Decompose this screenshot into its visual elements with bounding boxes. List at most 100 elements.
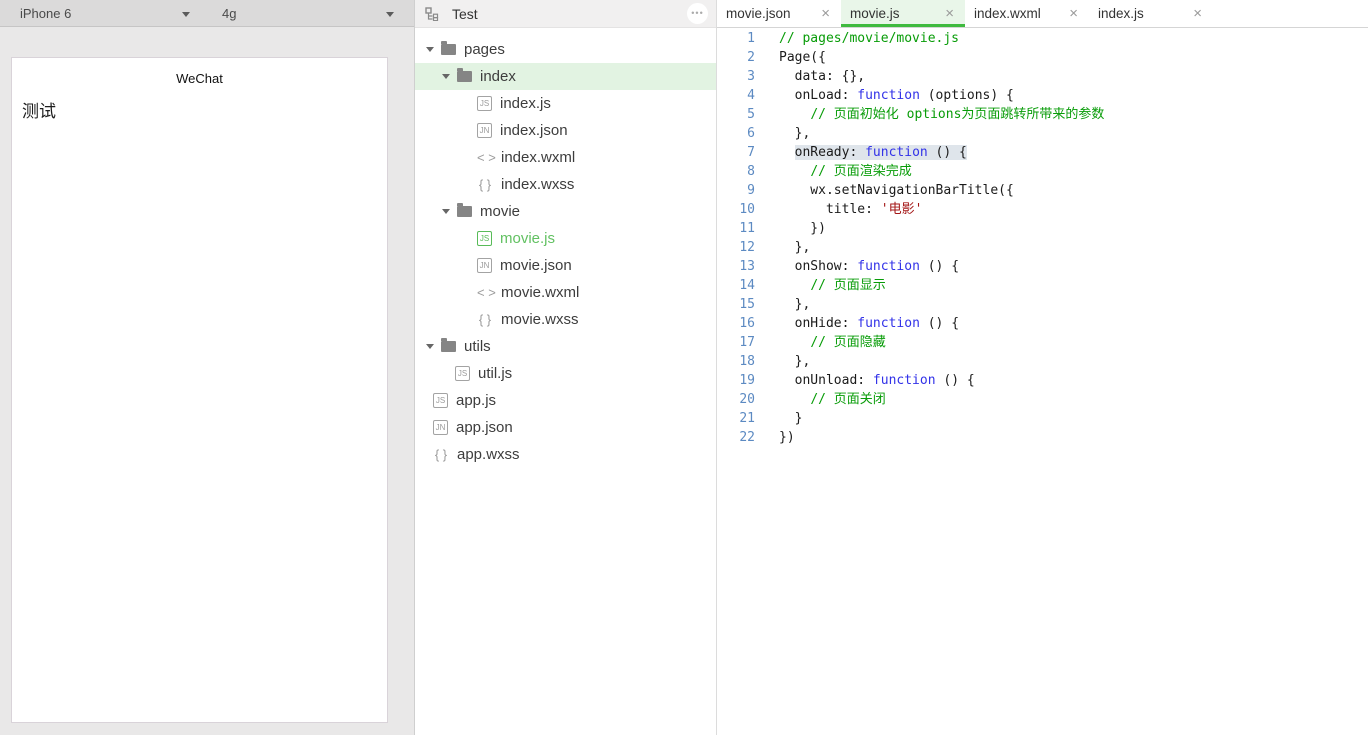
more-options-button[interactable]: ••• — [687, 3, 708, 24]
device-selector[interactable]: iPhone 6 — [0, 0, 205, 27]
code-line[interactable]: 21 } — [717, 409, 1368, 428]
line-number: 12 — [717, 238, 755, 257]
tree-item-label: app.wxss — [457, 446, 520, 463]
line-number: 10 — [717, 200, 755, 219]
network-selector[interactable]: 4g — [205, 0, 414, 27]
code-line[interactable]: 8 // 页面渲染完成 — [717, 162, 1368, 181]
code-line-text: }, — [755, 124, 810, 143]
code-line-text: // pages/movie/movie.js — [755, 29, 959, 48]
code-line[interactable]: 11 }) — [717, 219, 1368, 238]
code-line-text: }) — [755, 428, 795, 447]
code-line[interactable]: 16 onHide: function () { — [717, 314, 1368, 333]
tree-item-label: movie.wxml — [501, 284, 579, 301]
tree-folder-movie[interactable]: movie — [415, 198, 716, 225]
code-line[interactable]: 3 data: {}, — [717, 67, 1368, 86]
tree-file-index.wxml[interactable]: < >index.wxml — [415, 144, 716, 171]
code-line[interactable]: 18 }, — [717, 352, 1368, 371]
close-icon[interactable]: × — [1193, 6, 1202, 21]
code-line[interactable]: 9 wx.setNavigationBarTitle({ — [717, 181, 1368, 200]
code-line-text: }, — [755, 352, 810, 371]
code-line[interactable]: 20 // 页面关闭 — [717, 390, 1368, 409]
code-line[interactable]: 12 }, — [717, 238, 1368, 257]
tab-index.wxml[interactable]: index.wxml× — [965, 0, 1089, 27]
editor-tabbar: movie.json×movie.js×index.wxml×index.js× — [717, 0, 1368, 28]
close-icon[interactable]: × — [945, 6, 954, 21]
js-file-badge-icon: JS — [433, 393, 448, 408]
code-line[interactable]: 15 }, — [717, 295, 1368, 314]
folder-icon — [441, 44, 456, 55]
line-number: 6 — [717, 124, 755, 143]
code-line[interactable]: 1// pages/movie/movie.js — [717, 29, 1368, 48]
tab-movie.js[interactable]: movie.js× — [841, 0, 965, 27]
code-line-text: Page({ — [755, 48, 826, 67]
miniprogram-navbar-title: WeChat — [12, 58, 387, 86]
tree-item-label: movie.json — [500, 257, 572, 274]
code-line[interactable]: 4 onLoad: function (options) { — [717, 86, 1368, 105]
simulator-panel: iPhone 6 4g WeChat 测试 — [0, 0, 415, 735]
tree-file-util.js[interactable]: JSutil.js — [415, 360, 716, 387]
code-line-text: }, — [755, 295, 810, 314]
tree-item-label: index.js — [500, 95, 551, 112]
code-line[interactable]: 2Page({ — [717, 48, 1368, 67]
code-line-text: // 页面显示 — [755, 276, 886, 295]
line-number: 13 — [717, 257, 755, 276]
tree-item-label: app.js — [456, 392, 496, 409]
chevron-down-icon[interactable] — [442, 209, 450, 214]
code-line-text: onShow: function () { — [755, 257, 959, 276]
wxss-file-icon: { } — [477, 177, 493, 192]
line-number: 14 — [717, 276, 755, 295]
tree-folder-index[interactable]: index — [415, 63, 716, 90]
code-line[interactable]: 6 }, — [717, 124, 1368, 143]
code-line[interactable]: 22}) — [717, 428, 1368, 447]
line-number: 9 — [717, 181, 755, 200]
tree-structure-icon — [425, 7, 439, 21]
code-line-text: }, — [755, 238, 810, 257]
line-number: 22 — [717, 428, 755, 447]
tree-file-index.wxss[interactable]: { }index.wxss — [415, 171, 716, 198]
code-line[interactable]: 17 // 页面隐藏 — [717, 333, 1368, 352]
device-selector-value: iPhone 6 — [20, 6, 71, 21]
code-line[interactable]: 19 onUnload: function () { — [717, 371, 1368, 390]
code-line[interactable]: 10 title: '电影' — [717, 200, 1368, 219]
line-number: 17 — [717, 333, 755, 352]
tree-file-movie.wxss[interactable]: { }movie.wxss — [415, 306, 716, 333]
chevron-down-icon[interactable] — [442, 74, 450, 79]
tree-file-app.js[interactable]: JS app.js — [415, 387, 716, 414]
line-number: 4 — [717, 86, 755, 105]
chevron-down-icon[interactable] — [426, 344, 434, 349]
chevron-down-icon[interactable] — [426, 47, 434, 52]
code-line-text: title: '电影' — [755, 200, 922, 219]
tab-index.js[interactable]: index.js × — [1089, 0, 1213, 27]
code-line-text: } — [755, 409, 802, 428]
tab-movie.json[interactable]: movie.json × — [717, 0, 841, 27]
code-line[interactable]: 7 onReady: function () { — [717, 143, 1368, 162]
code-editor[interactable]: 1// pages/movie/movie.js2Page({3 data: {… — [717, 28, 1368, 735]
tree-folder-pages[interactable]: pages — [415, 36, 716, 63]
code-line[interactable]: 5 // 页面初始化 options为页面跳转所带来的参数 — [717, 105, 1368, 124]
tree-file-index.json[interactable]: JNindex.json — [415, 117, 716, 144]
code-line-text: // 页面初始化 options为页面跳转所带来的参数 — [755, 105, 1104, 124]
tree-file-movie.js[interactable]: JSmovie.js — [415, 225, 716, 252]
tree-file-app.wxss[interactable]: { }app.wxss — [415, 441, 716, 468]
close-icon[interactable]: × — [821, 6, 830, 21]
tree-file-index.js[interactable]: JS index.js — [415, 90, 716, 117]
phone-screen[interactable]: WeChat 测试 — [11, 57, 388, 723]
code-line-text: onLoad: function (options) { — [755, 86, 1014, 105]
tree-item-label: app.json — [456, 419, 513, 436]
tree-file-app.json[interactable]: JNapp.json — [415, 414, 716, 441]
line-number: 8 — [717, 162, 755, 181]
code-line[interactable]: 13 onShow: function () { — [717, 257, 1368, 276]
json-file-badge-icon: JN — [477, 258, 492, 273]
tree-file-movie.json[interactable]: JN movie.json — [415, 252, 716, 279]
tree-file-movie.wxml[interactable]: < >movie.wxml — [415, 279, 716, 306]
tab-label: index.js — [1098, 6, 1144, 21]
tab-label: movie.json — [726, 6, 791, 21]
js-file-badge-icon: JS — [477, 96, 492, 111]
code-line-text: // 页面关闭 — [755, 390, 886, 409]
tree-item-label: pages — [464, 41, 505, 58]
code-line[interactable]: 14 // 页面显示 — [717, 276, 1368, 295]
close-icon[interactable]: × — [1069, 6, 1078, 21]
file-tree-list: pages index JS index.js JNindex.json< >index… — [415, 28, 716, 468]
tree-folder-utils[interactable]: utils — [415, 333, 716, 360]
ellipsis-icon: ••• — [691, 9, 703, 18]
